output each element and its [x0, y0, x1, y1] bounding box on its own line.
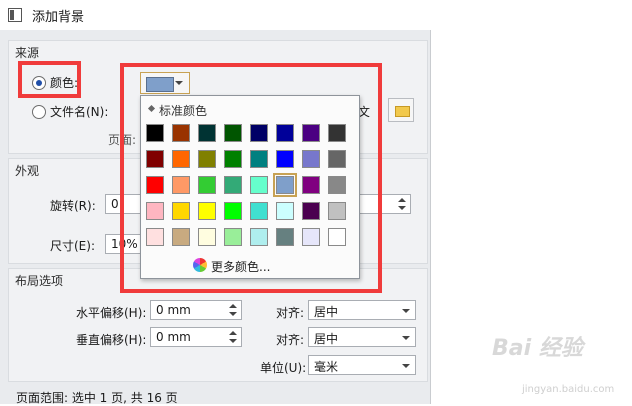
unit-value: 毫米 — [314, 360, 339, 374]
align2-value: 居中 — [314, 332, 339, 346]
hoffset-value: 0 mm — [156, 303, 191, 317]
chevron-down-icon — [402, 364, 410, 368]
layout-group-title: 布局选项 — [15, 274, 64, 288]
unit-label: 单位(U): — [260, 361, 307, 375]
watermark-logo: Bai 经验 — [492, 336, 583, 361]
voffset-value: 0 mm — [156, 330, 191, 344]
watermark-url: jingyan.baidu.com — [522, 384, 615, 395]
appearance-group-title: 外观 — [15, 164, 40, 178]
file-label: 文件名(N): — [50, 105, 109, 119]
title-bar: 添加背景 — [0, 0, 430, 30]
page-range-text: 页面范围: 选中 1 页, 共 16 页 — [16, 391, 178, 405]
file-radio[interactable] — [32, 105, 46, 119]
rotate-label: 旋转(R): — [50, 199, 96, 213]
voffset-spinner[interactable] — [225, 328, 241, 346]
folder-icon[interactable] — [388, 98, 414, 122]
hoffset-label: 水平偏移(H): — [76, 306, 147, 320]
chevron-down-icon — [402, 336, 410, 340]
voffset-label: 垂直偏移(H): — [76, 333, 147, 347]
voffset-field[interactable]: 0 mm — [150, 327, 242, 347]
highlight-color-option — [18, 61, 81, 98]
chevron-down-icon — [402, 309, 410, 313]
rotate-value: 0 — [111, 197, 119, 211]
align1-label: 对齐: — [276, 306, 305, 320]
hoffset-field[interactable]: 0 mm — [150, 300, 242, 320]
rotate-spinner[interactable] — [394, 195, 410, 213]
align1-select[interactable]: 居中 — [308, 300, 416, 320]
source-group-title: 来源 — [15, 46, 40, 60]
highlight-color-popup — [120, 63, 382, 293]
window-icon — [8, 8, 22, 22]
unit-select[interactable]: 毫米 — [308, 355, 416, 375]
align2-label: 对齐: — [276, 333, 305, 347]
hoffset-spinner[interactable] — [225, 301, 241, 319]
align2-select[interactable]: 居中 — [308, 327, 416, 347]
window-title: 添加背景 — [32, 10, 85, 25]
size-label: 尺寸(E): — [50, 239, 95, 253]
align1-value: 居中 — [314, 305, 339, 319]
